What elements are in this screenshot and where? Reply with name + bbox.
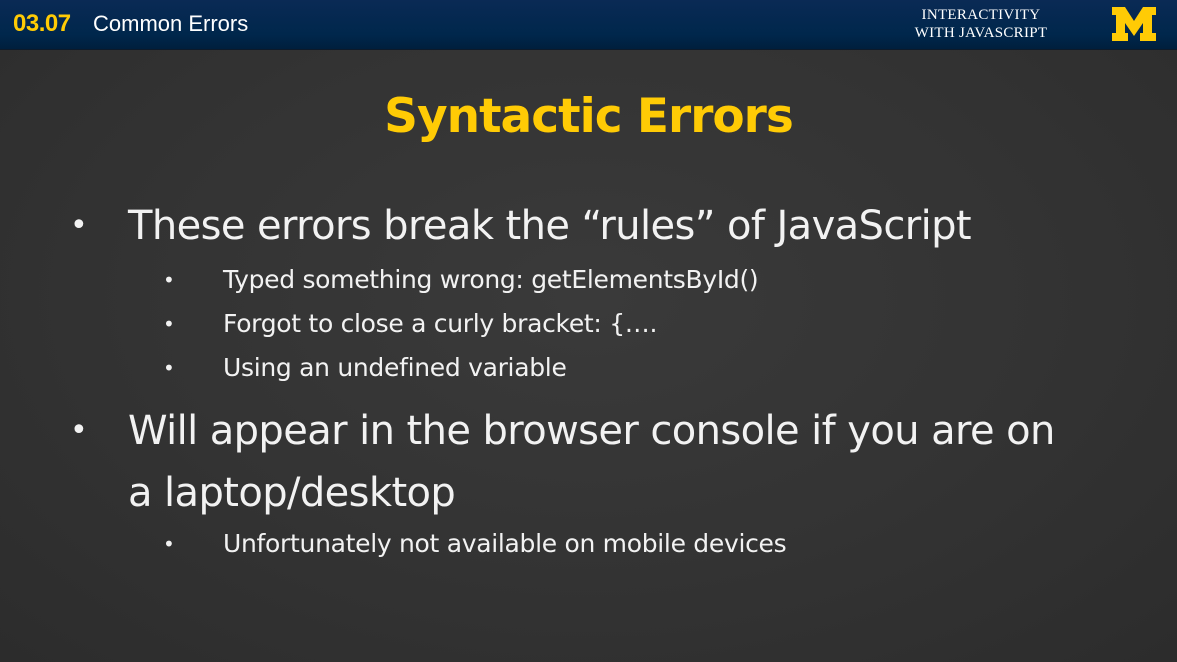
bullet-list: • These errors break the “rules” of Java… (0, 0, 1177, 662)
bullet-text: Will appear in the browser console if yo… (128, 408, 1055, 516)
bullet-item: • Will appear in the browser console if … (70, 400, 1058, 524)
sub-bullet-text: Unfortunately not available on mobile de… (223, 529, 787, 558)
sub-bullet-item: • Unfortunately not available on mobile … (163, 522, 1123, 566)
bullet-dot-icon: • (70, 208, 88, 243)
bullet-item: • These errors break the “rules” of Java… (70, 195, 1118, 257)
bullet-text: These errors break the “rules” of JavaSc… (128, 203, 972, 249)
slide: 03.07 Common Errors INTERACTIVITY WITH J… (0, 0, 1177, 662)
sub-bullet-item: • Using an undefined variable (163, 346, 1123, 390)
sub-bullet-item: • Forgot to close a curly bracket: {…. (163, 302, 1123, 346)
sub-bullet-text: Forgot to close a curly bracket: {…. (223, 309, 658, 338)
bullet-dot-icon: • (70, 413, 88, 448)
sub-bullet-item: • Typed something wrong: getElementsById… (163, 258, 1123, 302)
bullet-dot-icon: • (163, 356, 175, 380)
sub-bullet-text: Typed something wrong: getElementsById() (223, 265, 759, 294)
bullet-dot-icon: • (163, 312, 175, 336)
sub-bullet-text: Using an undefined variable (223, 353, 567, 382)
bullet-dot-icon: • (163, 268, 175, 292)
bullet-dot-icon: • (163, 532, 175, 556)
